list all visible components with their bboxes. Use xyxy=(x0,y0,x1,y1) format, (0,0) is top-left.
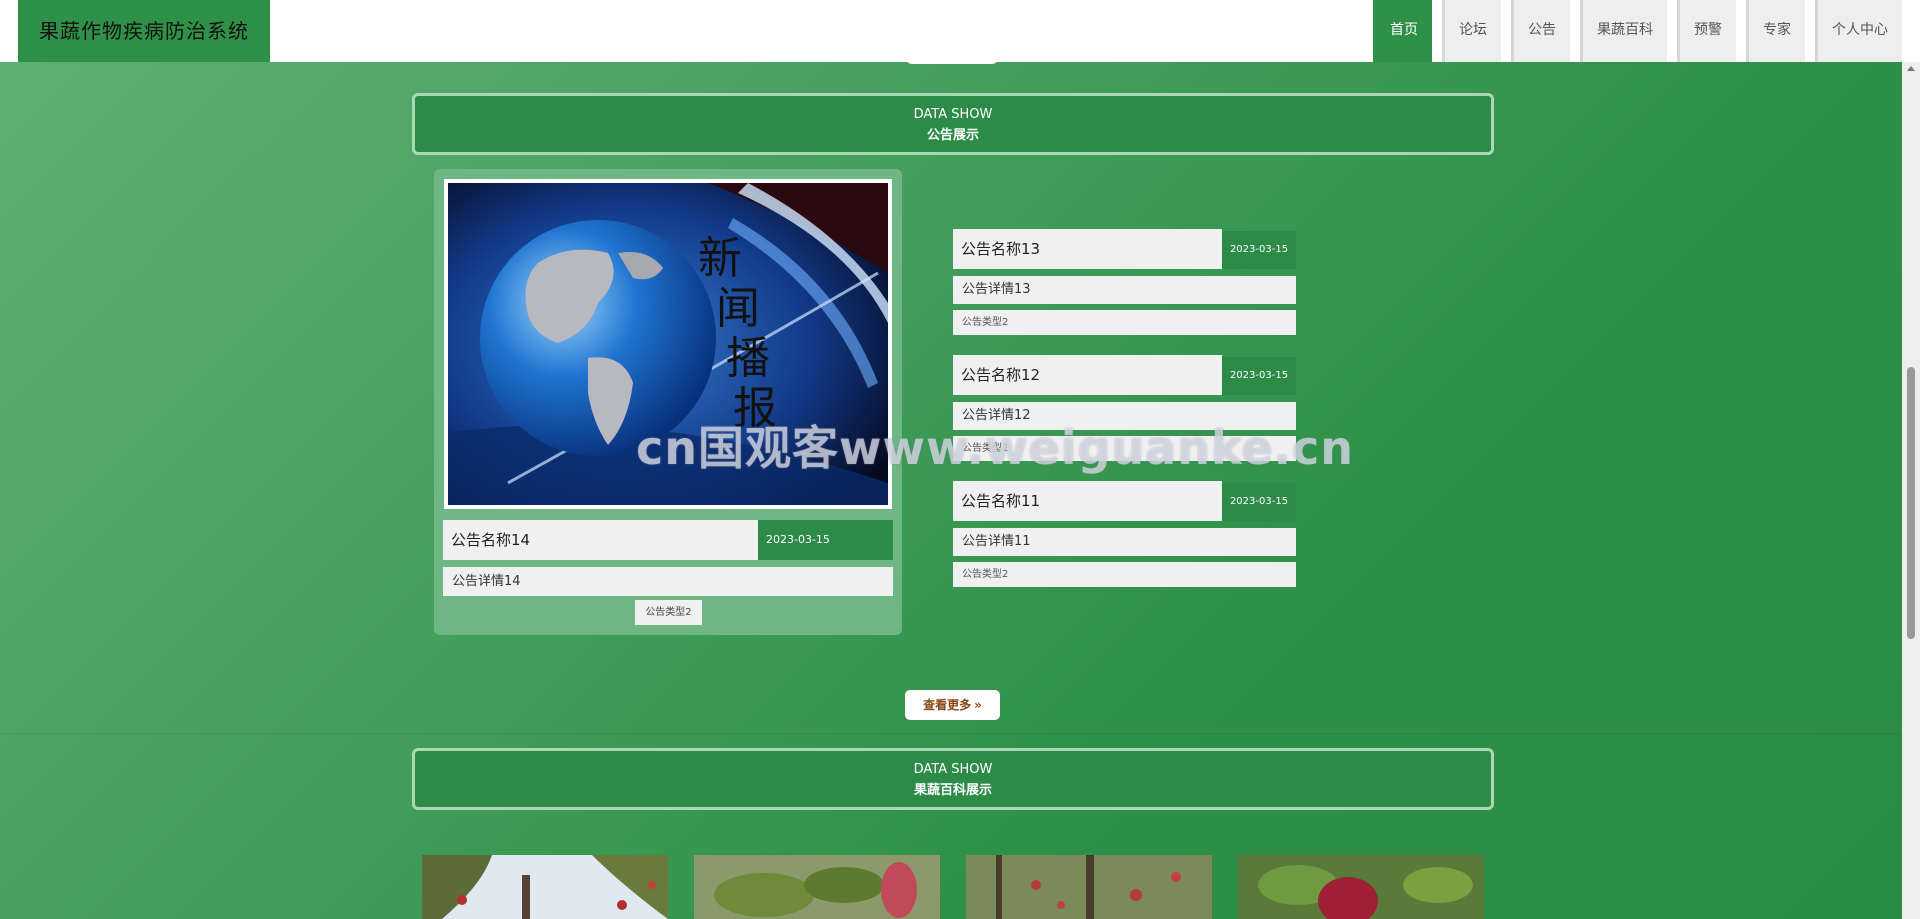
apple-closeup-image xyxy=(1238,855,1484,919)
featured-notice-type: 公告类型2 xyxy=(635,600,702,625)
encyclopedia-title-en: DATA SHOW xyxy=(913,762,993,777)
double-chevron-right-icon: » xyxy=(974,698,982,712)
view-more-label: 查看更多 xyxy=(923,698,972,712)
nav-encyclopedia[interactable]: 果蔬百科 xyxy=(1580,0,1667,62)
nav-expert[interactable]: 专家 xyxy=(1746,0,1805,62)
notice-date: 2023-03-15 xyxy=(1222,357,1296,395)
encyclopedia-thumbnail[interactable] xyxy=(966,855,1212,919)
nav-warning[interactable]: 预警 xyxy=(1677,0,1736,62)
nav-home[interactable]: 首页 xyxy=(1373,0,1432,62)
notice-section-title: DATA SHOW 公告展示 xyxy=(412,93,1494,155)
featured-title-row: 公告名称14 2023-03-15 xyxy=(443,520,893,560)
notice-detail: 公告详情11 xyxy=(953,528,1296,556)
encyclopedia-section-title: DATA SHOW 果蔬百科展示 xyxy=(412,748,1494,810)
featured-notice-card[interactable]: 新 闻 播 报 公告名称14 2023-03-15 公告详情14 公告类型2 xyxy=(434,169,902,635)
header-tab-notch xyxy=(906,58,998,64)
nav-notice[interactable]: 公告 xyxy=(1511,0,1570,62)
site-title[interactable]: 果蔬作物疾病防治系统 xyxy=(18,0,270,62)
notice-date: 2023-03-15 xyxy=(1222,483,1296,521)
featured-notice-title[interactable]: 公告名称14 xyxy=(443,520,758,560)
orchard-image xyxy=(966,855,1212,919)
image-caption-3: 播 xyxy=(726,333,770,384)
notice-type: 公告类型2 xyxy=(953,562,1296,587)
encyclopedia-thumbnail[interactable] xyxy=(422,855,668,919)
watermark-text: cn国观客www.weiguanke.cn xyxy=(636,421,1355,475)
notice-title-cn: 公告展示 xyxy=(926,128,979,143)
featured-notice-detail: 公告详情14 xyxy=(443,567,893,596)
featured-notice-date: 2023-03-15 xyxy=(758,520,893,560)
top-header: 果蔬作物疾病防治系统 首页 论坛 公告 果蔬百科 预警 专家 个人中心 xyxy=(0,0,1920,62)
notice-title-en: DATA SHOW xyxy=(913,107,993,122)
scroll-up-arrow-icon[interactable] xyxy=(1907,66,1915,71)
section-divider xyxy=(0,733,1902,735)
fruit-leaf-image xyxy=(694,855,940,919)
notice-title[interactable]: 公告名称13 xyxy=(953,229,1222,269)
image-caption-1: 新 xyxy=(698,233,742,284)
notice-type: 公告类型2 xyxy=(953,310,1296,335)
encyclopedia-title-cn: 果蔬百科展示 xyxy=(913,783,992,798)
image-caption-2: 闻 xyxy=(716,283,760,334)
encyclopedia-thumbnail[interactable] xyxy=(694,855,940,919)
notice-item[interactable]: 公告名称13 2023-03-15 公告详情13 公告类型2 xyxy=(953,229,1296,335)
notice-detail: 公告详情13 xyxy=(953,276,1296,304)
notice-title[interactable]: 公告名称12 xyxy=(953,355,1222,395)
main-nav: 首页 论坛 公告 果蔬百科 预警 专家 个人中心 xyxy=(1373,0,1902,62)
nav-personal-center[interactable]: 个人中心 xyxy=(1815,0,1902,62)
nav-forum[interactable]: 论坛 xyxy=(1442,0,1501,62)
notice-date: 2023-03-15 xyxy=(1222,231,1296,269)
notice-title[interactable]: 公告名称11 xyxy=(953,481,1222,521)
notice-item[interactable]: 公告名称11 2023-03-15 公告详情11 公告类型2 xyxy=(953,481,1296,587)
vertical-scrollbar[interactable] xyxy=(1902,62,1920,919)
encyclopedia-thumbnail[interactable] xyxy=(1238,855,1484,919)
scrollbar-thumb[interactable] xyxy=(1907,367,1915,639)
view-more-button[interactable]: 查看更多» xyxy=(905,690,1000,720)
fruit-tree-image xyxy=(422,855,668,919)
